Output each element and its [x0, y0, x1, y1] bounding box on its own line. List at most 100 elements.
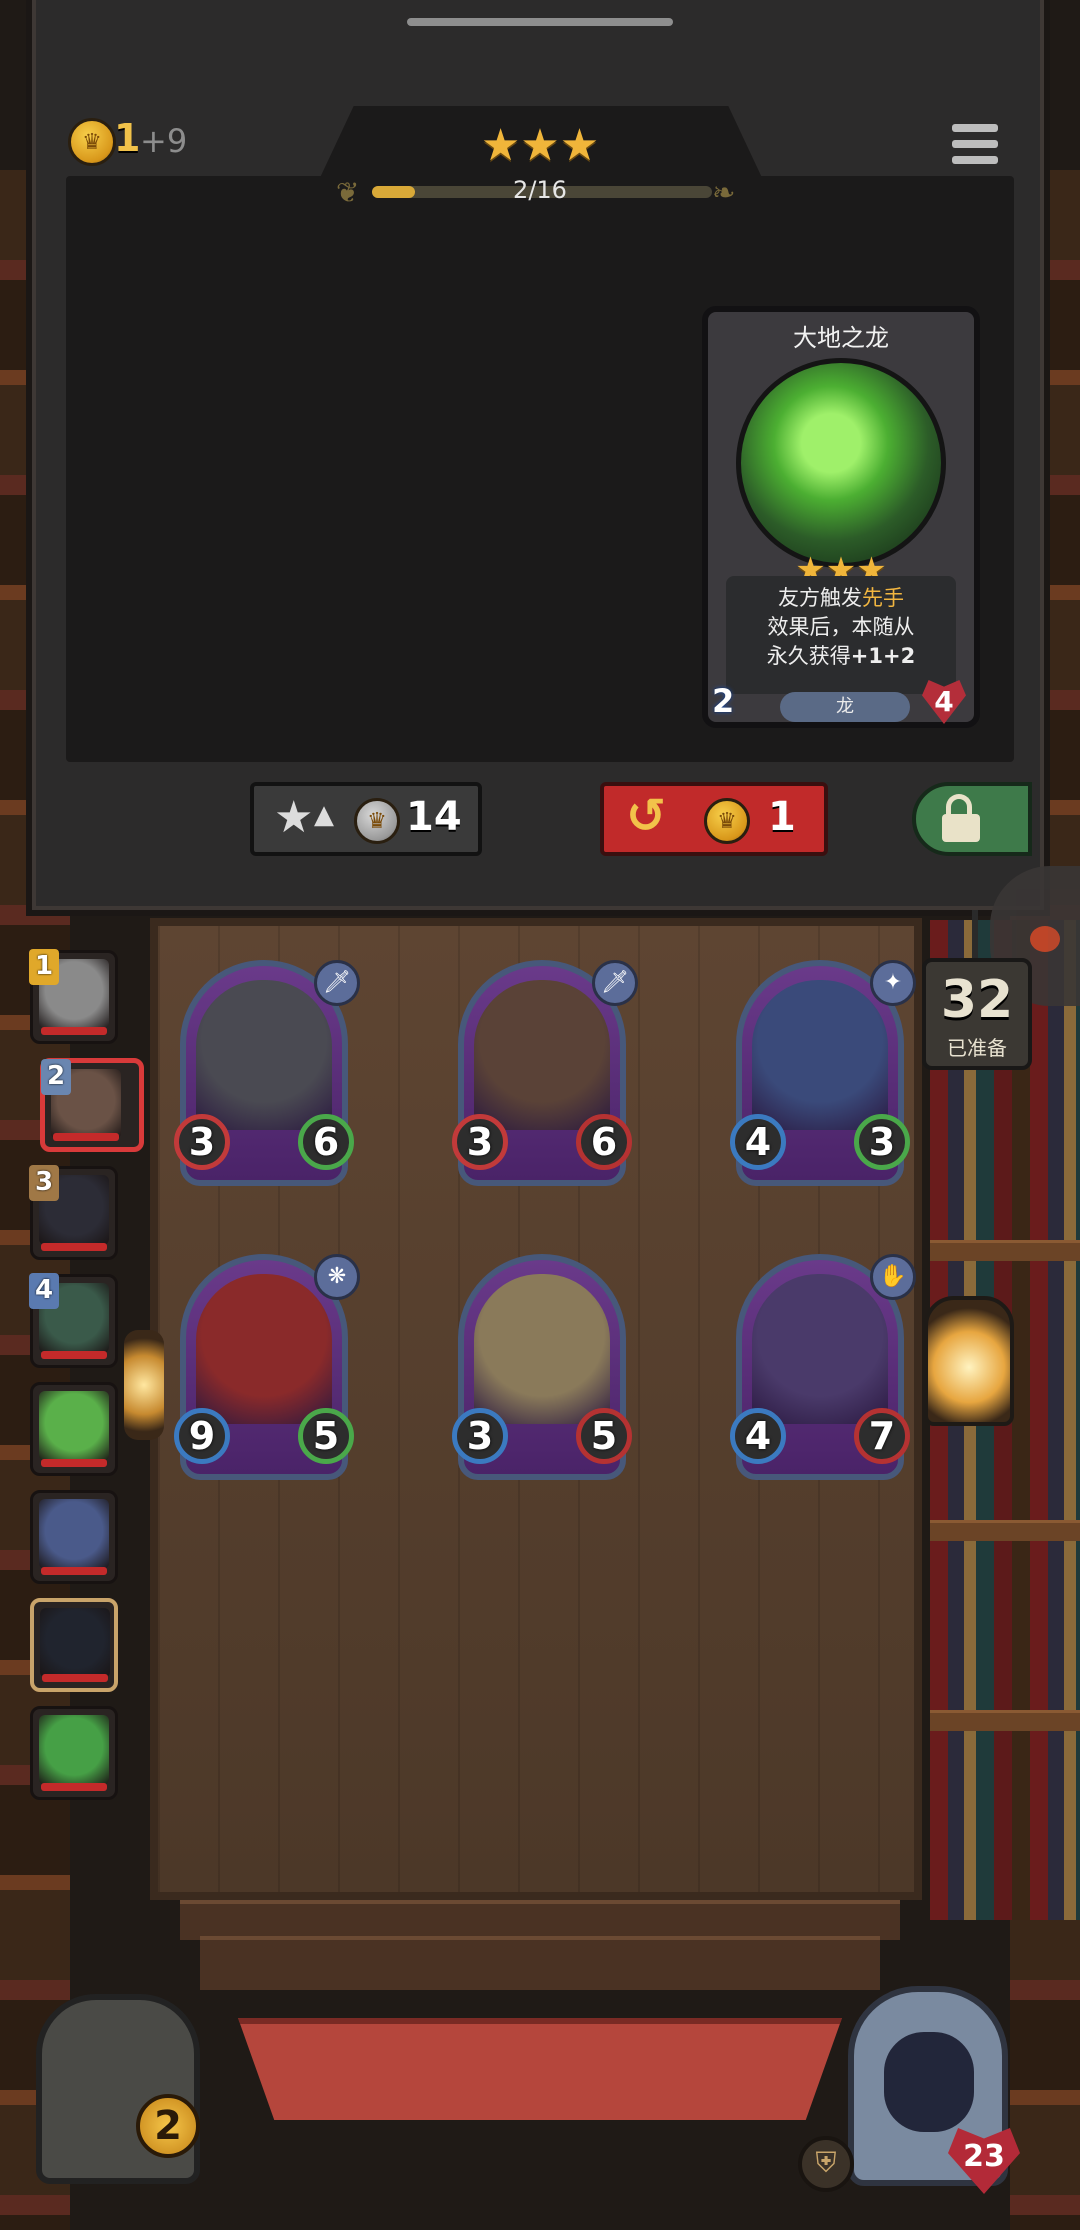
sword-icon: 🗡 — [592, 960, 638, 1006]
minion-attack: 3 — [452, 1408, 508, 1464]
sword-icon: 🗡 — [314, 960, 360, 1006]
player-slot[interactable]: 3 — [29, 1165, 118, 1260]
player-slot[interactable] — [30, 1490, 118, 1584]
player-rank: 4 — [29, 1273, 59, 1309]
minion-attack: 9 — [174, 1408, 230, 1464]
minion-art — [752, 980, 888, 1130]
deck-counter: 32 已准备 — [922, 958, 1032, 1070]
drag-handle[interactable] — [407, 18, 673, 26]
player-rank: 1 — [29, 949, 59, 985]
minion-health: 6 — [576, 1114, 632, 1170]
card-description: 友方触发先手 效果后，本随从 永久获得+1+2 — [726, 576, 956, 694]
card-name: 大地之龙 — [793, 324, 889, 352]
player-health-bar — [41, 1351, 107, 1359]
board-minion-card[interactable]: 🗡 3 6 — [174, 960, 360, 1186]
shelf-board — [930, 1520, 1080, 1541]
board-minion-card[interactable]: 🗡 3 6 — [452, 960, 638, 1186]
player-health-bar — [41, 1567, 107, 1575]
minion-attack: 4 — [730, 1114, 786, 1170]
deck-count: 32 — [940, 970, 1014, 1030]
board-minion-card[interactable]: ❋ 9 5 — [174, 1254, 360, 1480]
gold-coin-icon — [704, 798, 750, 844]
player-slot[interactable]: 1 — [29, 949, 118, 1044]
arrow-up-icon: ▲ — [314, 800, 334, 830]
star-icon: ✦ — [870, 960, 916, 1006]
star-icon: ★ — [480, 120, 521, 171]
player-slot[interactable] — [30, 1706, 118, 1800]
tier-stars: ★★★ — [470, 124, 610, 168]
desc-keyword: 先手 — [862, 586, 904, 610]
player-health-bar — [42, 1674, 108, 1682]
minion-attack: 4 — [730, 1408, 786, 1464]
player-slot[interactable]: 2 — [40, 1058, 144, 1152]
board-minion-card[interactable]: ✋ 4 7 — [730, 1254, 916, 1480]
helmet-icon[interactable]: ⛨ — [798, 2136, 854, 2192]
ornament-left-icon: ❦ — [336, 176, 360, 209]
player-health-bar — [41, 1459, 107, 1467]
player-avatar — [39, 1715, 109, 1785]
board-minion-card[interactable]: 35 — [452, 1254, 632, 1480]
carpet — [238, 2018, 842, 2120]
card-tribe: 龙 — [780, 692, 910, 722]
minion-art — [752, 1274, 888, 1424]
player-avatar — [40, 1608, 110, 1678]
minion-health: 5 — [298, 1408, 354, 1464]
minion-art — [474, 980, 610, 1130]
player-rank: 3 — [29, 1165, 59, 1201]
unlock-icon — [940, 794, 984, 842]
star-up-icon: ★ — [274, 792, 314, 843]
player-slot[interactable] — [30, 1382, 118, 1476]
card-art — [736, 358, 946, 568]
deck-label: 已准备 — [947, 1036, 1007, 1060]
minion-art — [474, 1274, 610, 1424]
minion-attack: 3 — [452, 1114, 508, 1170]
tier-progress-text: 2/16 — [513, 176, 567, 204]
upgrade-tier-button[interactable]: ★ ▲ 14 — [250, 782, 482, 856]
dragon-icon: ❋ — [314, 1254, 360, 1300]
minion-health: 7 — [854, 1408, 910, 1464]
player-avatar — [39, 1499, 109, 1569]
player-avatar — [39, 1391, 109, 1461]
lantern-left — [124, 1330, 164, 1440]
silver-coin-icon — [354, 798, 400, 844]
deck-chain — [972, 910, 978, 960]
player-rank: 2 — [41, 1059, 71, 1095]
star-icon: ★ — [559, 120, 600, 171]
desc-text: 友方触发 — [778, 586, 862, 610]
refresh-cost: 1 — [768, 794, 796, 840]
star-icon: ★ — [520, 120, 560, 171]
desc-text: 永久获得 — [766, 644, 851, 668]
minion-attack: 3 — [174, 1114, 230, 1170]
desc-text: 效果后，本随从 — [767, 615, 915, 639]
player-health-bar — [41, 1027, 107, 1035]
minion-health: 5 — [576, 1408, 632, 1464]
menu-icon[interactable] — [952, 120, 1000, 168]
player-slot[interactable] — [30, 1598, 118, 1692]
shop-card-earth-dragon[interactable]: 大地之龙 ★★★ 友方触发先手 效果后，本随从 永久获得+1+2 龙 2 4 — [702, 306, 980, 728]
refresh-icon: ↺ — [626, 788, 667, 844]
ornament-right-icon: ❧ — [712, 176, 736, 209]
tavern-level-badge: 2 — [136, 2094, 200, 2158]
refresh-shop-button[interactable]: ↺ 1 — [600, 782, 828, 856]
gold-coin-icon — [68, 118, 116, 166]
minion-health: 3 — [854, 1114, 910, 1170]
board-minion-card[interactable]: ✦ 4 3 — [730, 960, 916, 1186]
lock-shop-button[interactable] — [912, 782, 1032, 856]
card-attack: 2 — [712, 682, 735, 720]
gold-income: +9 — [140, 122, 188, 160]
minion-art — [196, 980, 332, 1130]
player-slot[interactable]: 4 — [29, 1273, 118, 1368]
hero-avatar — [884, 2032, 974, 2132]
potion-icon — [1030, 926, 1060, 952]
gold-amount: 1 — [114, 116, 141, 160]
player-health-bar — [41, 1783, 107, 1791]
board-step — [200, 1936, 880, 1990]
player-health-bar — [53, 1133, 119, 1141]
upgrade-cost: 14 — [406, 794, 462, 840]
lantern-right — [924, 1296, 1014, 1426]
desc-buff: +1+2 — [850, 644, 916, 668]
claw-icon: ✋ — [870, 1254, 916, 1300]
board-step — [180, 1900, 900, 1940]
shelf-board — [930, 1710, 1080, 1731]
shelf-board — [930, 1240, 1080, 1261]
